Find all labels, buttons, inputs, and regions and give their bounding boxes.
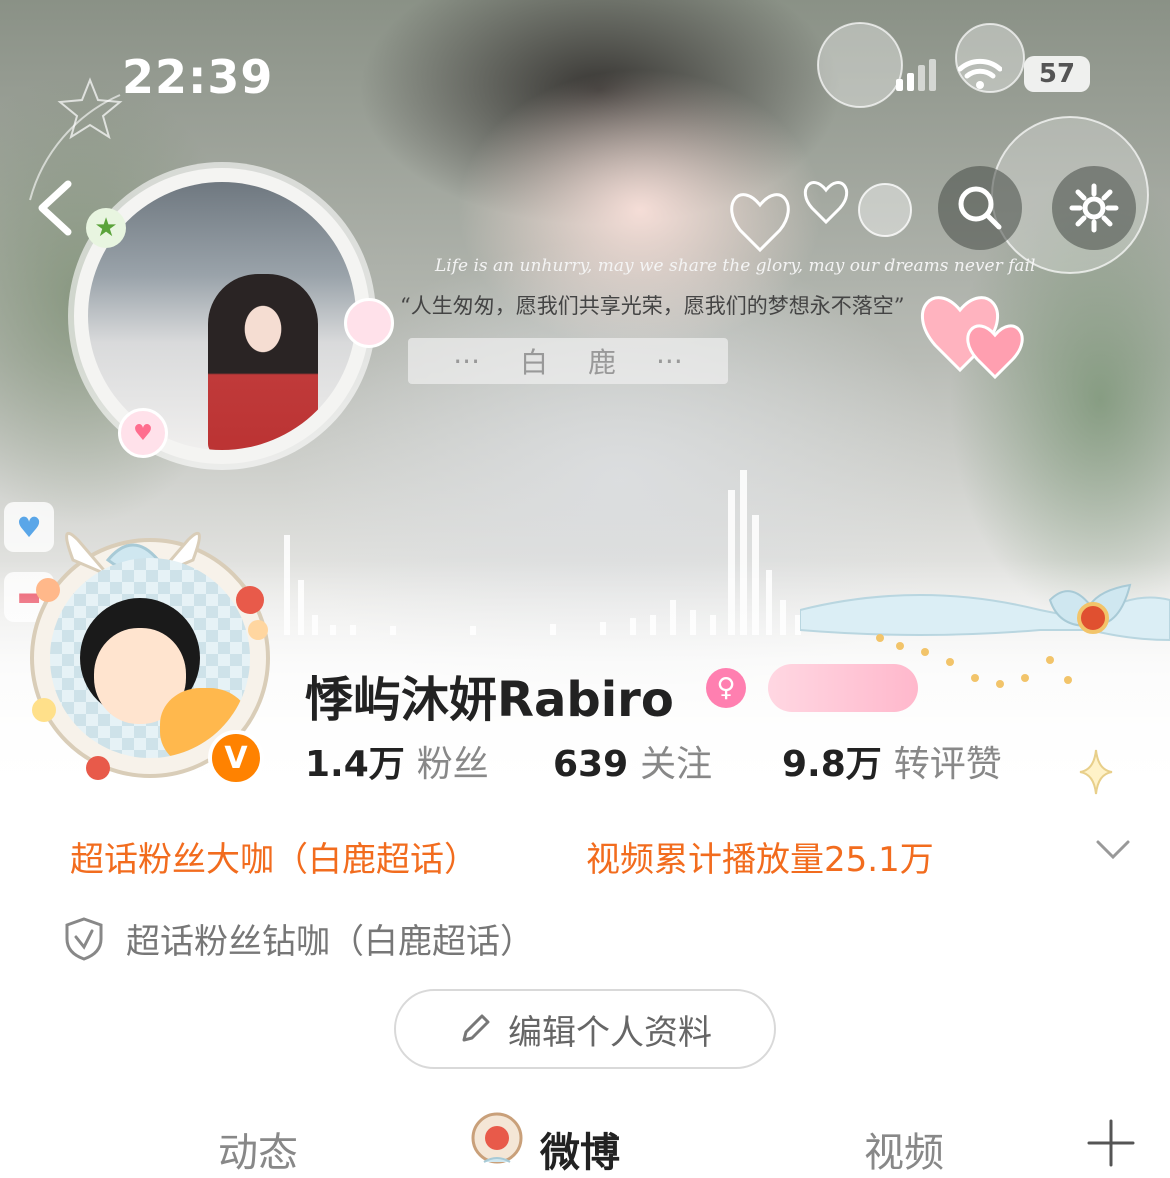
back-arrow-icon[interactable] bbox=[30, 178, 80, 238]
fan-level-line[interactable]: 超话粉丝钻咖（白鹿超话） bbox=[64, 914, 534, 963]
profile-username: 悸屿沐妍Rabiro bbox=[305, 672, 674, 728]
heart-sticker-icon: ♥ bbox=[118, 408, 168, 458]
settings-button[interactable] bbox=[1052, 166, 1136, 250]
status-indicators: 57 bbox=[896, 56, 1090, 92]
gear-icon bbox=[1069, 183, 1119, 233]
add-tab-icon[interactable] bbox=[1086, 1118, 1136, 1168]
battery-indicator: 57 bbox=[1024, 56, 1090, 92]
shield-check-icon bbox=[65, 916, 103, 961]
star-sticker-icon: ★ bbox=[86, 208, 126, 248]
plate-dots-left: ··· bbox=[453, 344, 480, 378]
cover-quote-chinese: “人生匆匆，愿我们共享光荣，愿我们的梦想永不落空” bbox=[400, 294, 905, 318]
fan-level-text: 超话粉丝钻咖（白鹿超话） bbox=[126, 922, 534, 962]
verified-badge: V bbox=[208, 730, 264, 786]
cover-name-plate: ··· 白 鹿 ··· bbox=[408, 338, 728, 384]
followers-stat[interactable]: 1.4万 粉丝 bbox=[305, 735, 489, 787]
pencil-icon bbox=[462, 1014, 490, 1042]
sparkle-icon bbox=[1079, 749, 1113, 795]
likes-label: 转评赞 bbox=[893, 744, 1002, 785]
following-label: 关注 bbox=[640, 744, 713, 785]
tab-badge-icon bbox=[471, 1112, 523, 1164]
edit-profile-button[interactable]: 编辑个人资料 bbox=[394, 989, 776, 1069]
cover-quote-english: Life is an unhurry, may we share the glo… bbox=[435, 256, 1036, 276]
likes-count: 9.8万 bbox=[782, 744, 882, 785]
search-icon bbox=[958, 186, 1002, 230]
tab-weibo[interactable]: 微博 bbox=[540, 1120, 620, 1178]
likes-stat[interactable]: 9.8万 转评赞 bbox=[782, 735, 1002, 787]
edit-profile-label: 编辑个人资料 bbox=[508, 1012, 712, 1053]
following-count: 639 bbox=[553, 744, 629, 785]
tab-feed[interactable]: 动态 bbox=[218, 1120, 298, 1178]
followers-label: 粉丝 bbox=[416, 744, 489, 785]
female-icon: ♀ bbox=[706, 668, 746, 708]
search-button[interactable] bbox=[938, 166, 1022, 250]
super-topic-fan-tag[interactable]: 超话粉丝大咖（白鹿超话） bbox=[70, 832, 478, 881]
tab-video[interactable]: 视频 bbox=[864, 1120, 944, 1178]
plate-name-char-1: 白 bbox=[519, 346, 548, 379]
plate-name-char-2: 鹿 bbox=[588, 346, 617, 379]
chevron-down-icon[interactable] bbox=[1095, 838, 1131, 862]
decoration-badge-icon[interactable] bbox=[768, 664, 918, 712]
status-time: 22:39 bbox=[122, 50, 274, 104]
cellular-signal-icon bbox=[896, 57, 936, 91]
music-album-cover[interactable]: ★ ♥ bbox=[74, 168, 394, 464]
wifi-icon bbox=[958, 58, 1002, 89]
plate-dots-right: ··· bbox=[656, 344, 683, 378]
followers-count: 1.4万 bbox=[305, 744, 405, 785]
following-stat[interactable]: 639 关注 bbox=[553, 735, 712, 787]
video-plays-tag[interactable]: 视频累计播放量25.1万 bbox=[586, 832, 934, 881]
user-avatar bbox=[50, 558, 250, 758]
card-sticker-icon bbox=[344, 298, 394, 348]
